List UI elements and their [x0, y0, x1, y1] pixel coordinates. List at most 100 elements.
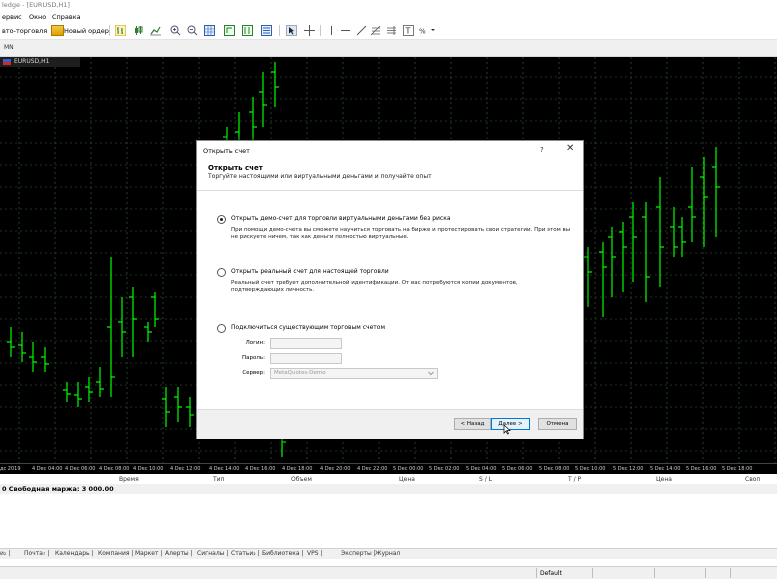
server-select[interactable]: MetaQuotes-Demo [270, 368, 438, 379]
time-axis-label: 4 Dec 20:00 [320, 466, 351, 472]
time-axis-label: 4 Dec 08:00 [99, 466, 130, 472]
time-axis-label: 4 Dec 10:00 [133, 466, 164, 472]
terminal-tab[interactable]: Сигналы | [197, 550, 228, 557]
terminal-tab[interactable]: Компания | [98, 550, 133, 557]
window-titlebar: ledge - [EURUSD,H1] [0, 0, 777, 11]
vertical-line-icon[interactable] [326, 25, 337, 36]
text-icon[interactable]: T [403, 25, 414, 36]
autotrading-button[interactable]: вто-торговля [2, 27, 47, 35]
terminal-tab[interactable]: Эксперты | [341, 550, 376, 557]
password-field[interactable] [270, 353, 342, 364]
trendline-icon[interactable] [356, 25, 367, 36]
terminal-tab[interactable]: Статьи₂ | [231, 550, 260, 557]
time-axis-label: 5 Dec 00:00 [393, 466, 424, 472]
dialog-footer: < Назад Далее > Отмена [197, 409, 583, 439]
cancel-button[interactable]: Отмена [538, 418, 577, 430]
crosshair-icon[interactable] [304, 25, 315, 36]
option-demo-label[interactable]: Открыть демо-счет для торговли виртуальн… [231, 215, 451, 222]
toolbar-separator [109, 25, 110, 36]
terminal-tab[interactable]: и₂ | [0, 550, 10, 557]
option-existing-label[interactable]: Подключиться существующим торговым счето… [231, 324, 385, 331]
time-axis-label: 4 Dec 06:00 [65, 466, 96, 472]
option-demo-description: При помощи демо-счета вы сможете научить… [231, 227, 571, 240]
time-axis-label: 4 Dec 18:00 [282, 466, 313, 472]
dialog-header-subtitle: Торгуйте настоящими или виртуальными ден… [208, 173, 432, 180]
grid-icon[interactable] [204, 25, 215, 36]
time-axis-label: 5 Dec 04:00 [466, 466, 497, 472]
bar-chart-icon[interactable] [115, 25, 126, 36]
terminal-tabs: и₂ | Почта₇ | Календарь | Компания | Маркет … [0, 548, 777, 559]
time-axis-label: 5 Dec 02:00 [429, 466, 460, 472]
col-volume[interactable]: Объем [291, 476, 312, 483]
close-icon[interactable]: ✕ [566, 144, 574, 154]
free-margin-row: 0 Свободная маржа: 3 000.00 [0, 484, 777, 494]
terminal-tab[interactable]: Почта₇ | [24, 550, 49, 557]
status-separator [705, 568, 706, 578]
cursor-icon[interactable] [286, 25, 297, 36]
terminal-tab[interactable]: Библиотека | [262, 550, 304, 557]
radio-existing-account[interactable] [217, 324, 226, 333]
candles-icon[interactable] [133, 25, 144, 36]
terminal-tab[interactable]: Журнал [375, 550, 400, 557]
dialog-header-title: Открыть счет [208, 164, 263, 172]
new-order-button[interactable]: Новый ордер [64, 27, 109, 35]
col-price-current[interactable]: Цена [656, 476, 672, 483]
help-button[interactable]: ? [540, 146, 544, 154]
menu-item-help[interactable]: Справка [52, 13, 81, 21]
svg-text:T: T [405, 27, 411, 36]
horizontal-line-icon[interactable] [340, 25, 351, 36]
menu-item-window[interactable]: Окно [29, 13, 46, 21]
terminal-tab[interactable]: Алерты | [165, 550, 193, 557]
status-separator [654, 568, 655, 578]
terminal-tab[interactable]: VPS | [307, 550, 322, 557]
mouse-cursor-icon [503, 424, 511, 435]
time-axis-label: 4 Dec 16:00 [245, 466, 276, 472]
col-sl[interactable]: S / L [479, 476, 492, 483]
terminal-tab[interactable]: Маркет | [135, 550, 162, 557]
zoom-out-icon[interactable] [187, 25, 198, 36]
menu-item-service[interactable]: ервис [2, 13, 22, 21]
zoom-in-icon[interactable] [170, 25, 181, 36]
back-button[interactable]: < Назад [454, 418, 491, 430]
percent-icon[interactable]: % [419, 25, 435, 36]
timeframe-mn[interactable]: MN [4, 44, 14, 51]
col-type[interactable]: Тип [213, 476, 225, 483]
server-label: Сервер: [242, 370, 265, 376]
time-axis-label: 4 Dec 04:00 [32, 466, 63, 472]
main-toolbar: вто-торговля Новый ордер T % [0, 22, 777, 40]
col-swap[interactable]: Своп [745, 476, 760, 483]
terminal-tab[interactable]: Календарь | [55, 550, 93, 557]
col-time[interactable]: Время [119, 476, 139, 483]
time-axis-label: 4 Dec 14:00 [209, 466, 240, 472]
col-price[interactable]: Цена [399, 476, 415, 483]
free-margin-text: 0 Свободная маржа: 3 000.00 [2, 485, 114, 493]
fibonacci-icon[interactable] [370, 25, 381, 36]
open-account-dialog: Открыть счет ? ✕ Открыть счет Торгуйте н… [196, 140, 584, 439]
option-real-label[interactable]: Открыть реальный счет для настоящей торг… [231, 268, 389, 275]
svg-text:%: % [419, 28, 426, 36]
terminal-body [0, 494, 777, 548]
login-field[interactable] [270, 338, 342, 349]
chart-shift-icon[interactable] [242, 25, 253, 36]
option-real-description: Реальный счет требует дополнительной иде… [231, 280, 518, 293]
server-value: MetaQuotes-Demo [274, 370, 326, 376]
radio-real-account[interactable] [217, 268, 226, 277]
period-icon[interactable] [261, 25, 272, 36]
status-separator [536, 568, 537, 578]
time-axis-label: 4 Dec 12:00 [170, 466, 201, 472]
toolbar-separator [320, 25, 321, 36]
autoscroll-icon[interactable] [224, 25, 235, 36]
chart-tab[interactable]: EURUSD,H1 [0, 57, 80, 67]
new-order-icon [51, 25, 64, 36]
timeframe-bar: MN [0, 40, 777, 57]
time-axis-label: 5 Dec 12:00 [613, 466, 644, 472]
chart-tab-label: EURUSD,H1 [14, 58, 50, 65]
time-axis-label: 4 Dec 22:00 [357, 466, 388, 472]
time-axis-label: 5 Dec 06:00 [502, 466, 533, 472]
col-tp[interactable]: T / P [568, 476, 581, 483]
radio-demo-account[interactable] [217, 215, 226, 224]
time-axis-label: 5 Dec 16:00 [686, 466, 717, 472]
dialog-title: Открыть счет [203, 147, 250, 155]
channel-icon[interactable] [386, 25, 397, 36]
line-chart-icon[interactable] [150, 25, 161, 36]
